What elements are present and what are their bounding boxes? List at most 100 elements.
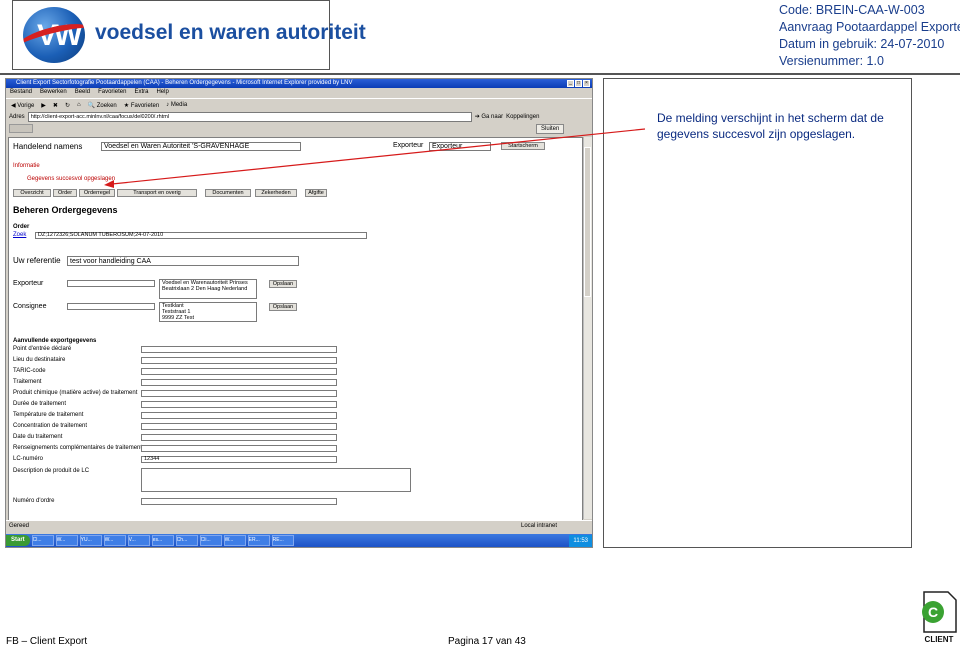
description-textarea[interactable] [141,468,411,492]
task-button[interactable]: YU... [79,535,102,546]
consignee-address: Testklant Teststraat 1 9999 ZZ Test [159,302,257,322]
section-title: Aanvullende exportgegevens [13,338,97,344]
handelend-field[interactable]: Voedsel en Waren Autoriteit 'S-GRAVENHAG… [101,142,301,151]
order-field[interactable]: DZ;1272326;SOLANUM TUBEROSUM;24-07-2010 [35,232,367,239]
callout-line-1: De melding verschijnt in het scherm dat … [657,111,884,125]
tab-afgifte[interactable]: Afgifte [305,189,327,197]
referentie-input[interactable]: test voor handleiding CAA [67,256,299,266]
scroll-thumb[interactable] [584,147,591,297]
home-icon[interactable]: ⌂ [75,102,83,108]
description-label: Description de produit de LC [13,468,90,474]
startscherm-button[interactable]: Startscherm [501,142,545,150]
back-button[interactable]: ◀ Vorige [9,102,36,109]
start-button[interactable]: Start [6,535,30,546]
info-label: Informatie [13,163,40,169]
task-button[interactable]: Cli... [199,535,222,546]
tab-documenten[interactable]: Documenten [205,189,251,197]
task-button[interactable]: RE... [271,535,294,546]
client-logo-icon: C [922,591,957,633]
menu-bewerken[interactable]: Bewerken [40,88,67,97]
field-input-lc-numero[interactable]: 12344 [141,456,337,463]
doc-aanvraag: Aanvraag Pootaardappel Exporteurs [779,20,960,34]
field-label-traitement: Traitement [13,379,42,385]
field-label-lc-numero: LC-numéro [13,456,44,462]
app-banner: Sluiten [6,123,592,134]
field-input-produit[interactable] [141,390,337,397]
tab-order[interactable]: Order [53,189,77,197]
sluiten-button[interactable]: Sluiten [536,124,565,134]
exporteur-header-field[interactable]: Exporteur [429,142,491,151]
callout-frame [603,78,912,548]
task-button[interactable]: W... [103,535,126,546]
task-button[interactable]: es... [151,535,174,546]
task-button[interactable]: Ch... [175,535,198,546]
field-input-renseignements[interactable] [141,445,337,452]
address-bar: Adres http://client-export-acc.minlnv.nl… [6,111,592,122]
task-button[interactable]: Cl... [31,535,54,546]
banner-logo [9,124,33,133]
field-label-duree: Durée de traitement [13,401,67,407]
menu-extra[interactable]: Extra [134,88,148,97]
links-label[interactable]: Koppelingen [506,114,539,120]
numero-ordre-input[interactable] [141,498,337,505]
system-tray-clock: 11:53 [569,534,592,547]
task-button[interactable]: W... [55,535,78,546]
refresh-icon[interactable]: ↻ [63,102,72,109]
media-button[interactable]: ♪ Media [164,102,189,108]
forward-button[interactable]: ▶ [39,102,48,109]
search-button[interactable]: 🔍 Zoeken [86,102,119,109]
doc-versie: Versienummer: 1.0 [779,54,884,68]
close-button[interactable]: × [583,80,590,87]
field-label-produit: Produit chimique (matière active) de tra… [13,390,138,396]
browser-window: Client Export Sectorfotografie Pootaarda… [5,78,593,548]
maximize-button[interactable]: □ [575,80,582,87]
success-message: Gegevens succesvol opgeslagen [27,176,116,182]
field-input-taric[interactable] [141,368,337,375]
field-label-temperature: Température de traitement [13,412,84,418]
consignee-select[interactable] [67,303,155,310]
doc-code: Code: BREIN-CAA-W-003 [779,3,925,17]
field-label-date: Date du traitement [13,434,63,440]
task-button[interactable]: ER... [247,535,270,546]
field-label-taric: TARIC-code [13,368,46,374]
menu-beeld[interactable]: Beeld [75,88,90,97]
menu-bestand[interactable]: Bestand [10,88,32,97]
document-meta: Code: BREIN-CAA-W-003 Aanvraag Pootaarda… [779,2,960,70]
minimize-button[interactable]: _ [567,80,574,87]
tab-zekerheden[interactable]: Zekerheden [255,189,297,197]
field-input-traitement[interactable] [141,379,337,386]
tab-overzicht[interactable]: Overzicht [13,189,51,197]
stop-icon[interactable]: ✖ [51,102,60,109]
menu-favorieten[interactable]: Favorieten [98,88,126,97]
tab-orderregel[interactable]: Orderregel [79,189,115,197]
doc-datum: Datum in gebruik: 24-07-2010 [779,37,945,51]
menu-help[interactable]: Help [156,88,168,97]
field-input-temperature[interactable] [141,412,337,419]
media-label: Media [170,102,188,108]
field-input-lieu[interactable] [141,357,337,364]
favorites-button[interactable]: ★ Favorieten [122,102,161,109]
vwa-globe-icon: VW [23,7,85,63]
exporteur-select[interactable] [67,280,155,287]
vertical-scrollbar[interactable] [583,137,592,519]
field-input-date[interactable] [141,434,337,441]
order-zoek-link[interactable]: Zoek [13,232,26,238]
window-title: Client Export Sectorfotografie Pootaarda… [16,80,353,86]
title-bar: Client Export Sectorfotografie Pootaarda… [6,79,592,88]
go-button[interactable]: ➔ Ga naar [475,113,503,120]
callout-text: De melding verschijnt in het scherm dat … [657,110,884,142]
task-button[interactable]: W... [223,535,246,546]
field-input-concentration[interactable] [141,423,337,430]
opslaan-exporteur-button[interactable]: Opslaan [269,280,297,288]
status-text: Gereed [9,523,30,529]
address-input[interactable]: http://client-export-acc.minlnv.nl/caa/f… [27,111,472,122]
exporteur-header-label: Exporteur [393,142,424,149]
logo-text: voedsel en waren autoriteit [95,21,366,44]
field-input-point-entree[interactable] [141,346,337,353]
consignee-addr-line-3: 9999 ZZ Test [162,315,194,321]
field-input-duree[interactable] [141,401,337,408]
opslaan-consignee-button[interactable]: Opslaan [269,303,297,311]
task-button[interactable]: V... [127,535,150,546]
exporteur-address: Voedsel en Warenautoriteit Prinses Beatr… [159,279,257,299]
tab-transport[interactable]: Transport en overig [117,189,197,197]
